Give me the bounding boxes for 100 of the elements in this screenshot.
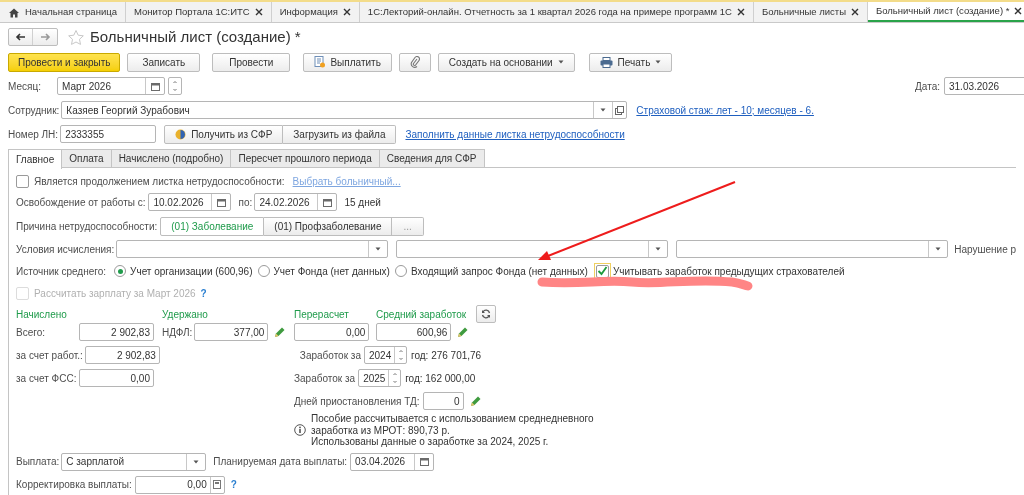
close-button[interactable] — [254, 8, 263, 16]
year-field[interactable]: 2024 — [363, 346, 407, 364]
pay-button[interactable]: Выплатить — [303, 52, 392, 72]
print-button[interactable]: Печать — [588, 52, 673, 72]
field-label: Номер ЛН: — [8, 127, 60, 142]
amount-field[interactable]: 2 902,83 — [79, 323, 154, 341]
toolbar-button[interactable]: Провести — [212, 52, 291, 72]
close-button[interactable] — [342, 8, 351, 16]
open-button[interactable] — [612, 102, 627, 118]
field-label: Дата: — [915, 79, 940, 94]
field-label: Заработок за — [299, 348, 362, 363]
field-label: год: 276 701,76 — [410, 348, 482, 363]
caret-icon — [600, 108, 607, 112]
close-icon — [736, 8, 745, 16]
form-tab[interactable]: Оплата — [62, 149, 112, 167]
form-tab[interactable]: Главное — [8, 149, 63, 169]
field-label: Условия исчисления: — [16, 242, 116, 257]
year-field[interactable]: 2025 — [358, 369, 402, 387]
load-from-file-button[interactable]: Загрузить из файла — [283, 124, 397, 144]
field-label: Заработок за — [294, 371, 357, 386]
close-button[interactable] — [851, 8, 859, 16]
field-label: год: 162 000,00 — [405, 371, 476, 386]
reason-option[interactable]: (01) Заболевание — [160, 216, 265, 236]
close-icon — [254, 8, 263, 16]
amount-field[interactable]: 0,00 — [294, 323, 370, 341]
create-based-on-button[interactable]: Создать на основании — [437, 52, 575, 72]
month-field[interactable]: Март 2026 — [57, 77, 165, 95]
payment-field[interactable]: С зарплатой — [61, 452, 207, 471]
days-field[interactable]: 0 — [422, 392, 464, 410]
get-from-sfr-button[interactable]: Получить из СФР — [164, 124, 284, 144]
start-date-field[interactable]: 10.02.2026 — [148, 193, 232, 211]
window-tab[interactable]: 1С:Лекторий-онлайн. Отчетность за 1 квартал 2026 года на примере программ 1С — [359, 2, 754, 22]
paperclip-icon — [409, 56, 420, 68]
field-label: Учитывать заработок предыдущих страхователей — [612, 264, 845, 279]
help-link[interactable]: ? — [230, 477, 237, 492]
close-icon — [851, 8, 859, 16]
sick-leave-number-field[interactable]: 2333355 — [60, 125, 157, 143]
link[interactable]: Заполнить данные листка нетрудоспособности — [405, 126, 625, 142]
star-icon[interactable] — [67, 28, 85, 46]
field-label: Является продолжением листка нетрудоспособности: — [34, 174, 285, 189]
window-tab[interactable]: Монитор Портала 1С:ИТС — [125, 2, 272, 22]
caret-icon — [935, 247, 942, 251]
reason-option[interactable]: (01) Профзаболевание — [264, 216, 393, 236]
pencil-icon[interactable] — [274, 326, 287, 338]
attach-button[interactable] — [398, 52, 431, 72]
refresh-button[interactable] — [476, 305, 496, 323]
window-tab[interactable]: Начальная страница — [0, 2, 126, 22]
form-tab[interactable]: Пересчет прошлого периода — [231, 149, 380, 167]
radio-button[interactable] — [114, 265, 127, 277]
payment-date-field[interactable]: 03.04.2026 — [350, 452, 435, 471]
document-icon — [314, 56, 326, 68]
calculator-button[interactable] — [209, 476, 224, 493]
section-title: Удержано — [162, 307, 209, 322]
form-tab[interactable]: Сведения для СФР — [379, 149, 485, 167]
window-tab[interactable]: Больничный лист (создание) * — [868, 2, 1024, 22]
field-label: Корректировка выплаты: — [16, 478, 133, 492]
pencil-icon[interactable] — [469, 395, 482, 407]
window-tab[interactable]: Больничные листы — [753, 2, 868, 22]
shield-icon — [175, 128, 187, 140]
link[interactable]: Страховой стаж: лет - 10; месяцев - 6. — [636, 102, 814, 118]
window-tab[interactable]: Информация — [271, 2, 360, 22]
printer-icon — [599, 56, 613, 68]
close-button[interactable] — [1014, 7, 1023, 15]
field-label: 15 дней — [344, 195, 381, 210]
field-label: Рассчитать зарплату за Март 2026 — [34, 286, 196, 301]
radio-button[interactable] — [394, 265, 407, 277]
info-icon — [294, 424, 306, 437]
section-title: Средний заработок — [376, 307, 468, 322]
section-title: Начислено — [16, 307, 68, 322]
open-icon — [615, 105, 625, 115]
field-label: по: — [238, 195, 254, 210]
caret-icon — [655, 60, 662, 64]
employee-field[interactable]: Казяев Георгий Зурабович — [61, 101, 628, 119]
dropdown-field[interactable] — [676, 240, 949, 258]
checkbox[interactable] — [16, 174, 29, 188]
field-label: Входящий запрос Фонда (нет данных) — [410, 264, 588, 279]
close-icon — [342, 8, 351, 16]
dropdown-field[interactable] — [396, 240, 669, 258]
dropdown-field[interactable] — [116, 240, 389, 258]
form-tab[interactable]: Начислено (подробно) — [111, 149, 232, 167]
pencil-icon[interactable] — [457, 326, 470, 338]
correction-field[interactable]: 0,00 — [134, 475, 225, 494]
date-field[interactable]: 31.03.2026 — [944, 77, 1024, 95]
close-icon — [1014, 7, 1023, 15]
amount-field[interactable]: 2 902,83 — [84, 346, 160, 364]
field-label: Причина нетрудоспособности: — [16, 219, 159, 234]
close-button[interactable] — [736, 8, 745, 16]
field-label: Всего: — [16, 325, 46, 340]
home-icon — [8, 6, 20, 18]
amount-field[interactable]: 377,00 — [194, 323, 269, 341]
amount-field[interactable]: 600,96 — [376, 323, 452, 341]
end-date-field[interactable]: 24.02.2026 — [254, 193, 338, 211]
toolbar-button[interactable]: Записать — [127, 52, 201, 72]
section-title: Перерасчет — [294, 307, 350, 322]
field-label: Планируемая дата выплаты: — [213, 455, 348, 469]
radio-button[interactable] — [257, 265, 270, 277]
back-arrow-icon — [15, 33, 26, 41]
field-label: за счет работ.: — [16, 348, 84, 363]
amount-field[interactable]: 0,00 — [79, 369, 154, 387]
post-and-close-button[interactable]: Провести и закрыть — [8, 52, 121, 72]
